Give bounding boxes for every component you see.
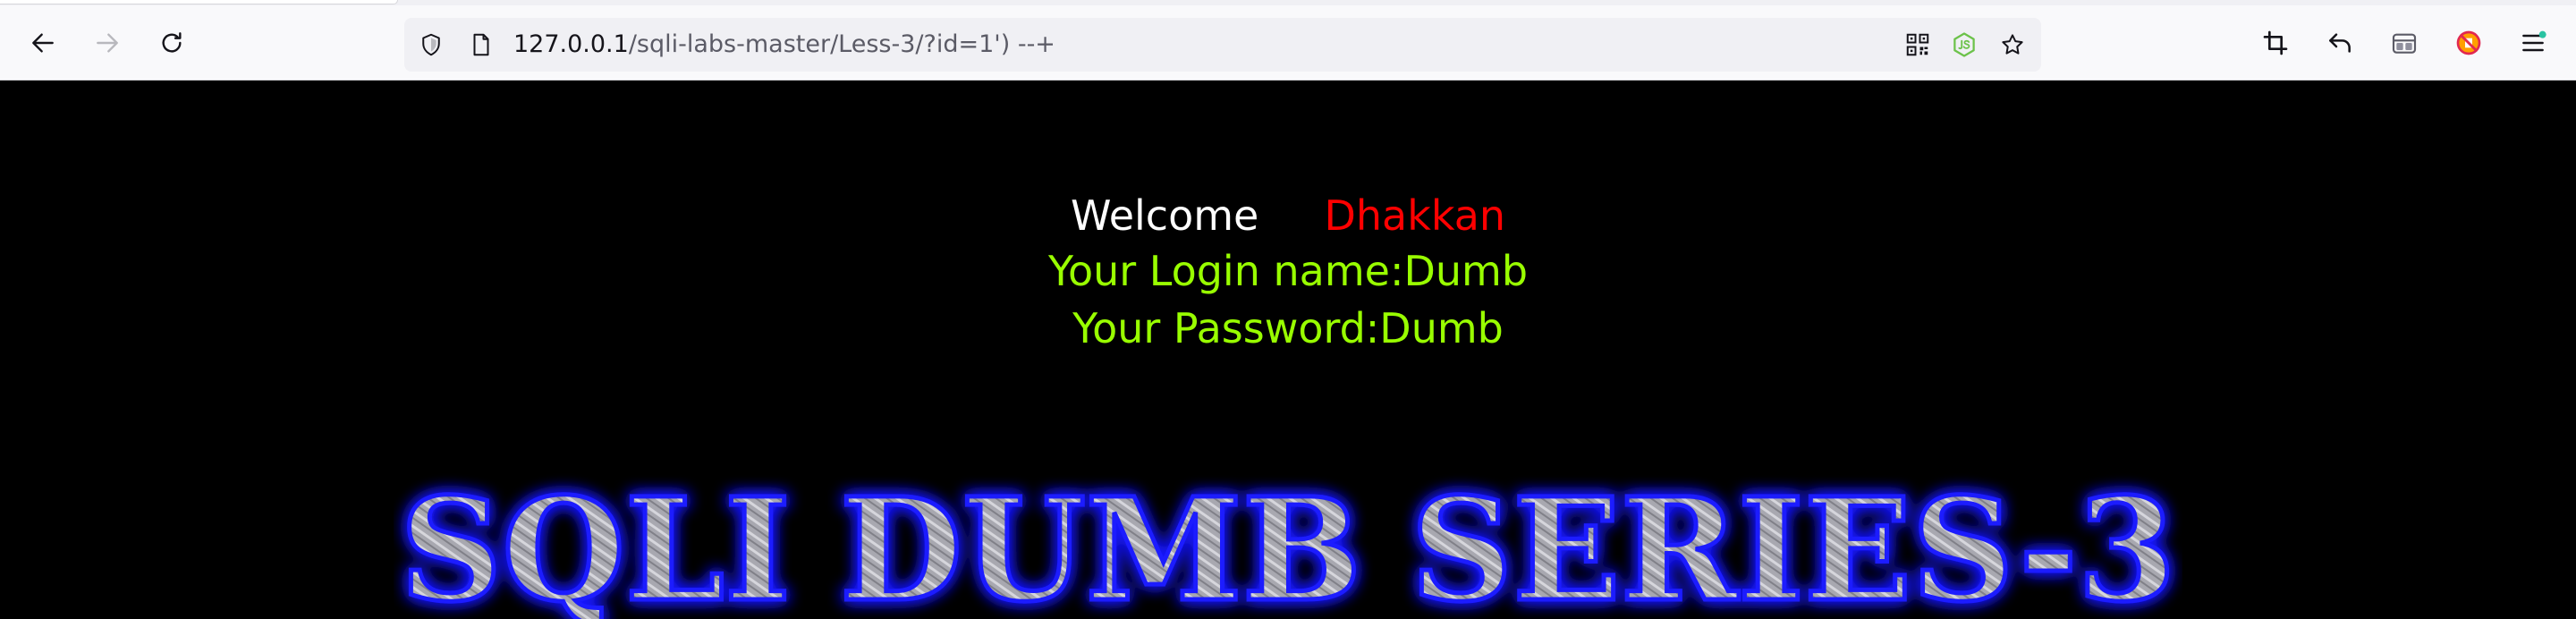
welcome-label: Welcome: [1070, 191, 1259, 240]
nodejs-icon: [1953, 32, 1975, 57]
url-host: 127.0.0.1: [513, 30, 629, 58]
star-icon: [2002, 34, 2023, 55]
menu-icon: [2522, 30, 2546, 52]
undo-icon: [2329, 33, 2351, 53]
extension-button[interactable]: [2449, 23, 2488, 63]
banner-text: SQLI DUMB SERIES-3: [400, 468, 2176, 619]
forward-button[interactable]: [86, 21, 129, 64]
qr-code-button[interactable]: [1903, 30, 1932, 59]
password-line: Your Password:Dumb: [1072, 304, 1504, 352]
blocked-extension-icon: [2456, 30, 2481, 55]
update-dot-icon: [2538, 30, 2546, 38]
series-banner-image: SQLI DUMB SERIES-3: [398, 466, 2179, 619]
url-text[interactable]: 127.0.0.1/sqli-labs-master/Less-3/?id=1'…: [513, 30, 1055, 60]
back-arrow-icon: [32, 33, 54, 53]
reload-icon: [162, 32, 182, 53]
bookmark-star-button[interactable]: [1998, 30, 2027, 59]
shield-icon: [422, 33, 440, 56]
welcome-name: Dhakkan: [1324, 191, 1506, 240]
tracking-protection-button[interactable]: [417, 30, 445, 59]
active-tab-edge[interactable]: [0, 0, 398, 4]
address-bar[interactable]: 127.0.0.1/sqli-labs-master/Less-3/?id=1'…: [404, 18, 2041, 72]
browser-toolbar: 127.0.0.1/sqli-labs-master/Less-3/?id=1'…: [0, 0, 2576, 81]
containers-button[interactable]: [2385, 23, 2424, 63]
url-path: /sqli-labs-master/Less-3/?id=1') --+: [628, 30, 1055, 58]
crop-icon: [2263, 30, 2288, 55]
qr-code-icon: [1906, 33, 1929, 56]
app-menu-button[interactable]: [2513, 23, 2553, 63]
forward-arrow-icon: [97, 33, 118, 53]
login-name-line: Your Login name:Dumb: [1047, 247, 1529, 295]
page-content: Welcome Dhakkan Your Login name:Dumb You…: [0, 81, 2576, 619]
screenshot-button[interactable]: [2256, 23, 2295, 63]
site-info-button[interactable]: [467, 30, 496, 59]
welcome-line: Welcome Dhakkan: [0, 190, 2576, 242]
back-button[interactable]: [21, 21, 64, 64]
nodejs-extension-button[interactable]: [1950, 30, 1979, 59]
reload-button[interactable]: [150, 21, 193, 64]
undo-close-button[interactable]: [2320, 23, 2360, 63]
container-icon: [2392, 33, 2417, 54]
page-icon: [473, 33, 489, 56]
